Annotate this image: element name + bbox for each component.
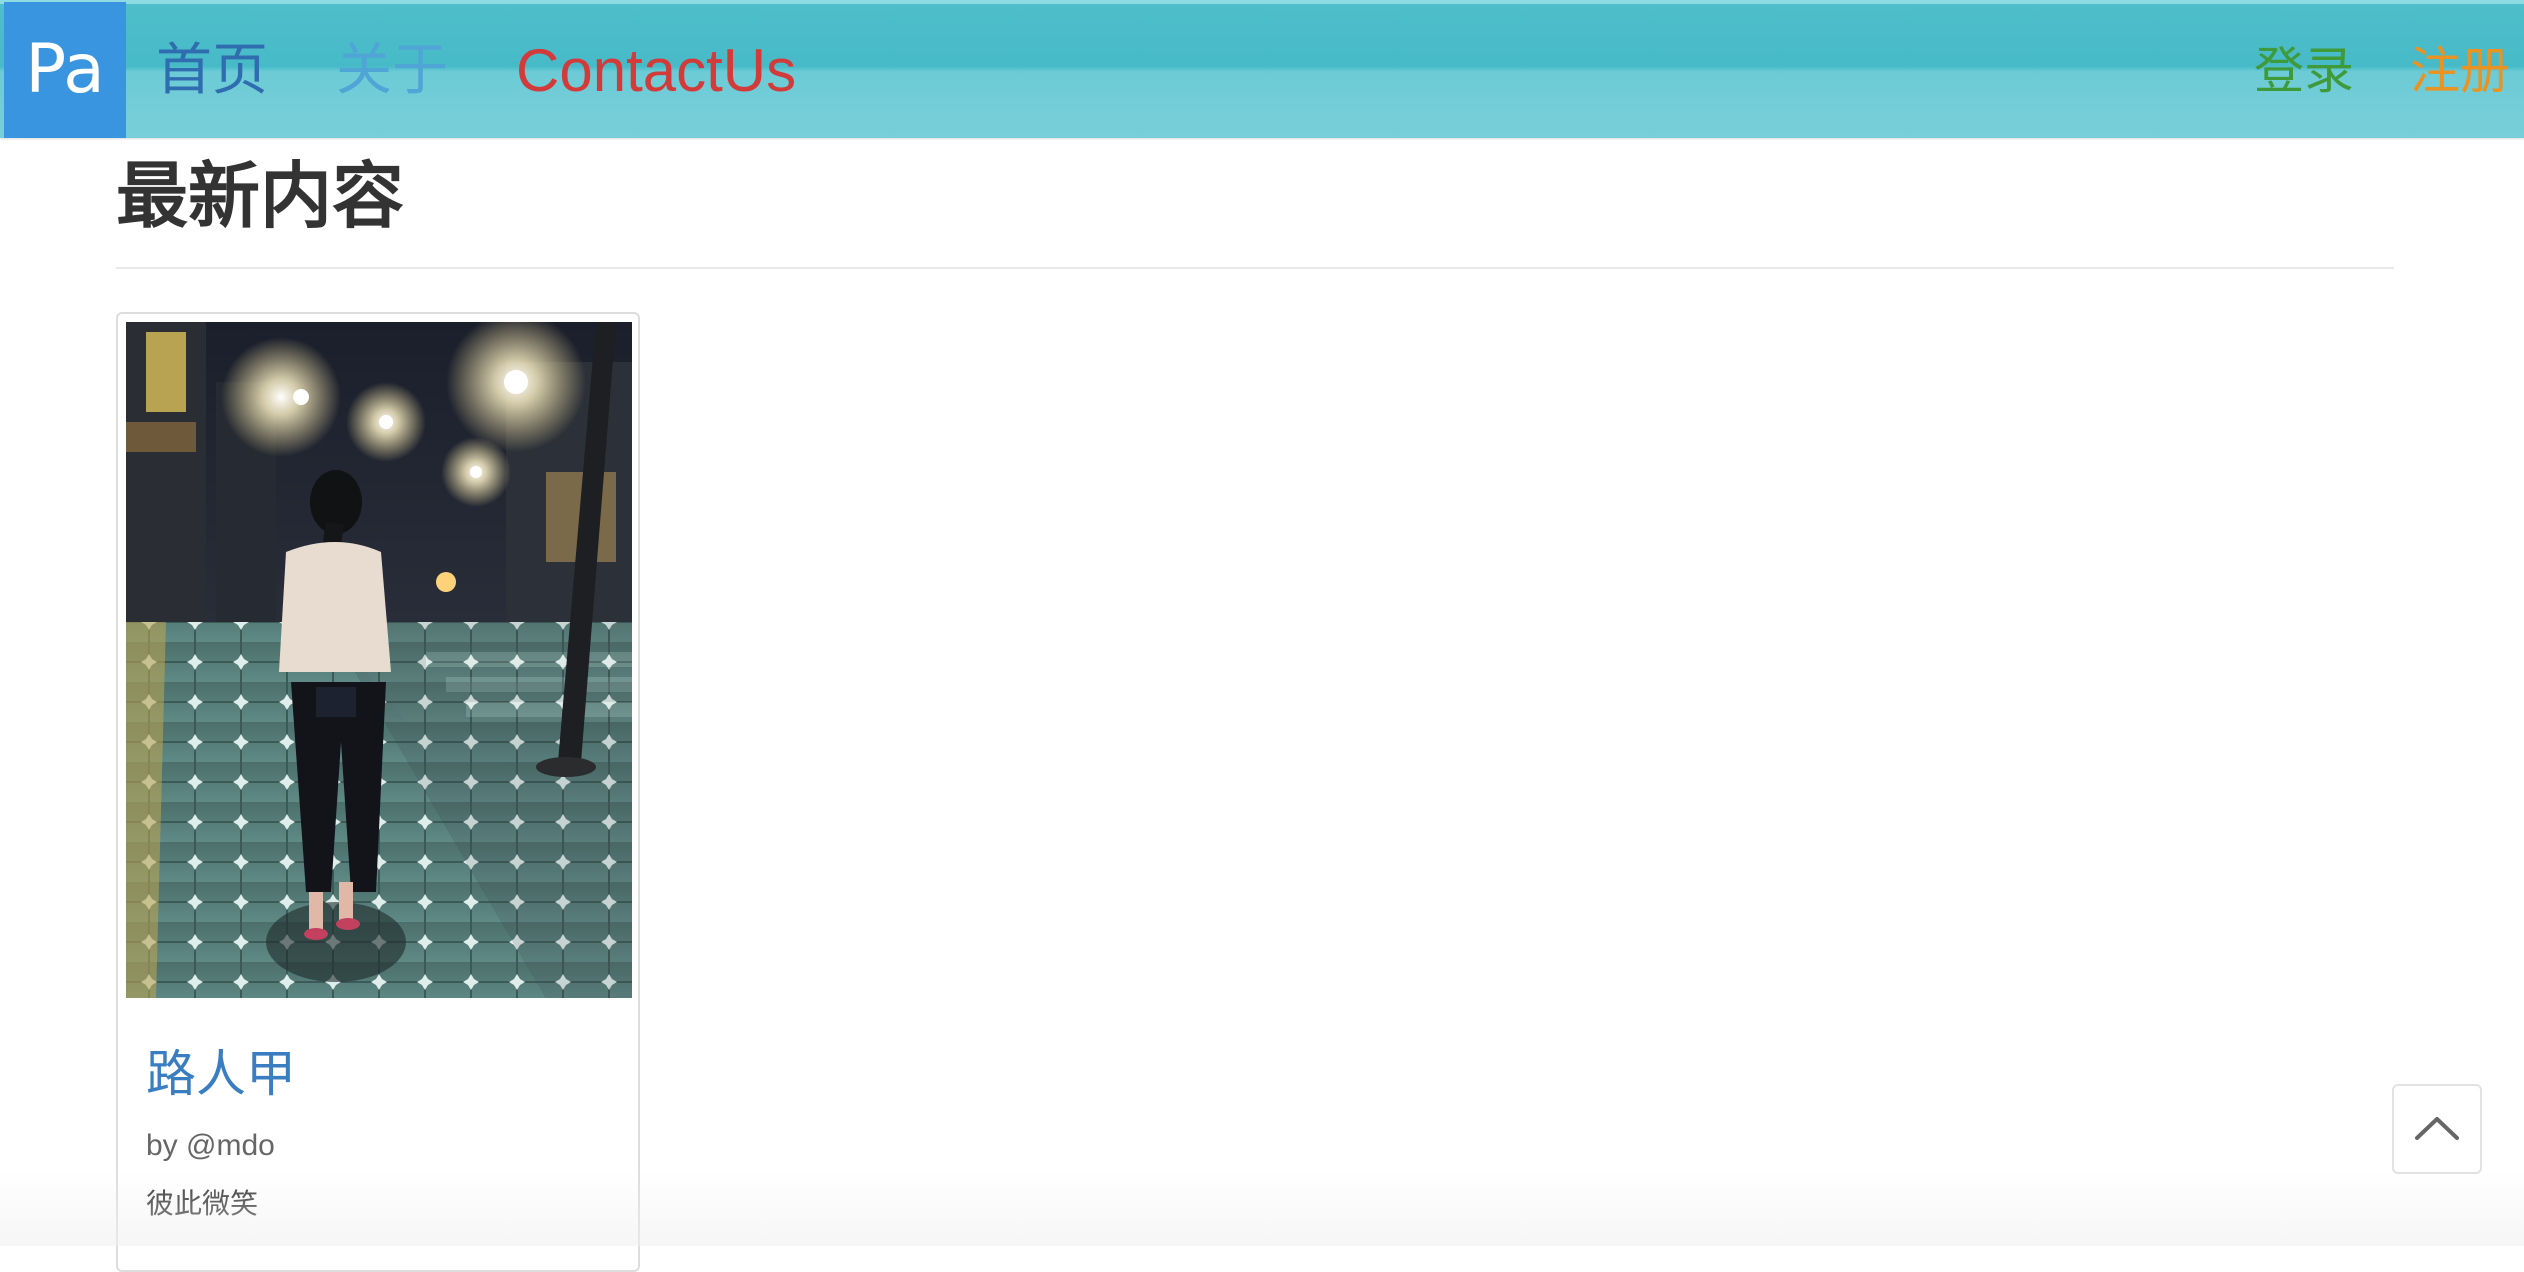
top-navbar: Pa 首页 关于 ContactUs 登录 注册 xyxy=(0,0,2524,138)
card-title[interactable]: 路人甲 xyxy=(146,1042,296,1106)
page-title: 最新内容 xyxy=(116,154,405,238)
content-card: 路人甲 by @mdo 彼此微笑 xyxy=(116,312,640,1272)
card-description: 彼此微笑 xyxy=(146,1187,259,1220)
login-link[interactable]: 登录 xyxy=(2254,0,2354,138)
register-link[interactable]: 注册 xyxy=(2410,0,2510,138)
card-photo[interactable] xyxy=(126,322,632,998)
card-author: by @mdo xyxy=(146,1129,275,1162)
nav-link-contact[interactable]: ContactUs xyxy=(516,0,796,138)
header-divider xyxy=(116,267,2394,269)
nav-link-home[interactable]: 首页 xyxy=(156,0,268,138)
back-to-top-button[interactable] xyxy=(2392,1084,2482,1174)
brand-logo[interactable]: Pa xyxy=(4,2,126,138)
nav-link-about[interactable]: 关于 xyxy=(336,0,448,138)
chevron-up-icon xyxy=(2415,1117,2459,1140)
